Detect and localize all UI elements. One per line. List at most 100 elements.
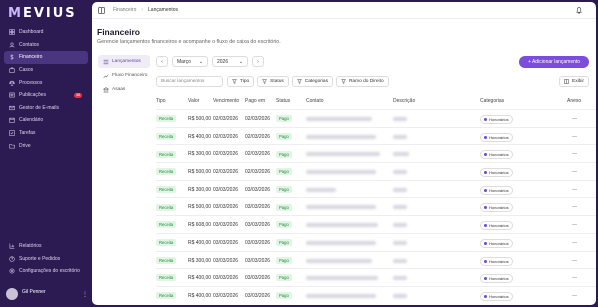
table-row[interactable]: Receita R$ 608,00 03/03/2026 03/03/2026 Pago…: [156, 215, 596, 233]
sidebar-item-suporte-e-pedidos[interactable]: Suporte e Pedidos: [4, 253, 88, 266]
amount-cell: R$ 400,00: [188, 292, 212, 299]
sidebar-item-contatos[interactable]: Contatos: [4, 39, 88, 52]
amount-cell: R$ 300,00: [188, 186, 212, 193]
column-header-tipo[interactable]: Tipo: [156, 98, 166, 104]
sidebar-item-label: Configurações do escritório: [19, 268, 80, 275]
category-tag: Honorários: [480, 221, 513, 231]
column-header-pago-em[interactable]: Pago em: [245, 98, 265, 104]
attachment-cell[interactable]: —: [572, 204, 577, 210]
sidebar-item-label: Relatórios: [19, 243, 42, 250]
filter-tipo-button[interactable]: Tipo: [227, 76, 255, 87]
type-badge: Receita: [156, 274, 177, 282]
bell-icon[interactable]: [576, 7, 582, 14]
breadcrumb-parent[interactable]: Financeiro: [113, 7, 136, 13]
table-row[interactable]: Receita R$ 400,00 03/03/2026 03/03/2026 Pago…: [156, 268, 596, 286]
due-date-cell: 03/03/2026: [213, 239, 239, 246]
year-select[interactable]: 2026 ⌄: [212, 56, 248, 67]
attachment-cell[interactable]: —: [572, 240, 577, 246]
sidebar-item-configuracoes-do-escritorio[interactable]: Configurações do escritório: [4, 265, 88, 278]
paid-date-cell: 02/03/2026: [245, 151, 271, 158]
sidebar-item-tarefas[interactable]: Tarefas: [4, 127, 88, 140]
sidebar-item-gestor-de-e-mails[interactable]: Gestor de E-mails: [4, 102, 88, 115]
description-cell-redacted: [393, 205, 407, 210]
sidebar-item-label: Gestor de E-mails: [19, 104, 60, 111]
attachment-cell[interactable]: —: [572, 222, 577, 228]
subnav-asaas[interactable]: Asaas: [98, 83, 150, 96]
sidebar-item-drive[interactable]: Drive: [4, 139, 88, 152]
filter-status-button[interactable]: Status: [257, 76, 289, 87]
sidebar-item-processos[interactable]: Processos: [4, 76, 88, 89]
table-row[interactable]: Receita R$ 400,00 03/03/2026 03/03/2026 Pago…: [156, 232, 596, 251]
folder-icon: [9, 143, 15, 149]
attachment-cell[interactable]: —: [572, 258, 577, 264]
sidebar-item-financeiro[interactable]: Financeiro: [4, 51, 88, 64]
subnav-fluxo-financeiro[interactable]: Fluxo Financeiro: [98, 69, 150, 82]
display-options-button[interactable]: Exibir: [559, 76, 589, 87]
due-date-cell: 02/03/2026: [213, 151, 239, 158]
subnav-lancamentos[interactable]: Lançamentos: [98, 55, 150, 68]
briefcase-icon: [9, 67, 15, 73]
attachment-cell[interactable]: —: [572, 187, 577, 193]
table-row[interactable]: Receita R$ 300,00 03/03/2026 03/03/2026 Pago…: [156, 250, 596, 269]
table-row[interactable]: Receita R$ 500,00 03/03/2026 03/03/2026 Pago…: [156, 197, 596, 215]
description-cell-redacted: [393, 293, 407, 298]
category-dot: [484, 224, 487, 228]
description-cell-redacted: [393, 223, 407, 228]
paid-date-cell: 03/03/2026: [245, 239, 271, 246]
attachment-cell[interactable]: —: [572, 293, 577, 299]
month-select[interactable]: Março ⌄: [172, 56, 208, 67]
table-row[interactable]: Receita R$ 500,00 02/03/2026 02/03/2026 Pago…: [156, 162, 596, 180]
category-dot: [484, 241, 487, 245]
column-header-descricao[interactable]: Descrição: [393, 98, 415, 104]
sidebar-item-label: Tarefas: [19, 130, 36, 137]
attachment-cell[interactable]: —: [572, 134, 577, 140]
add-entry-button[interactable]: + Adicionar lançamento: [519, 56, 589, 68]
paid-date-cell: 03/03/2026: [245, 257, 271, 264]
user-profile[interactable]: Gil Penner ⋮: [6, 284, 88, 304]
table-row[interactable]: Receita R$ 500,00 02/03/2026 02/03/2026 Pago…: [156, 109, 596, 127]
column-header-status[interactable]: Status: [276, 98, 290, 104]
sidebar-item-relatorios[interactable]: Relatórios: [4, 240, 88, 253]
attachment-cell[interactable]: —: [572, 169, 577, 175]
sidebar-item-calendario[interactable]: Calendário: [4, 114, 88, 127]
sidebar-item-casos[interactable]: Casos: [4, 64, 88, 77]
column-header-categorias[interactable]: Categorias: [480, 98, 504, 104]
more-vertical-icon[interactable]: ⋮: [82, 291, 88, 298]
sidebar-item-label: Casos: [19, 67, 34, 74]
column-header-vencimento[interactable]: Vencimento: [213, 98, 239, 104]
attachment-cell[interactable]: —: [572, 151, 577, 157]
description-cell-redacted: [393, 240, 407, 245]
due-date-cell: 03/03/2026: [213, 204, 239, 211]
sidebar-item-dashboard[interactable]: Dashboard: [4, 26, 88, 39]
app-logo[interactable]: MEVIUS: [8, 6, 77, 21]
table-row[interactable]: Receita R$ 400,00 03/03/2026 03/03/2026 Pago…: [156, 285, 596, 304]
attachment-cell[interactable]: —: [572, 275, 577, 281]
prev-month-button[interactable]: ‹: [156, 56, 168, 67]
column-header-valor[interactable]: Valor: [188, 98, 199, 104]
table-row[interactable]: Receita R$ 300,00 03/03/2026 03/03/2026 Pago…: [156, 179, 596, 198]
contact-cell-redacted: [306, 293, 376, 298]
table-row[interactable]: Receita R$ 300,00 02/03/2026 02/03/2026 Pago…: [156, 144, 596, 162]
description-cell-redacted: [393, 170, 407, 175]
main-panel: Financeiro › Lançamentos Financeiro Gere…: [92, 2, 596, 305]
filter-ramo-button[interactable]: Ramo do Direito: [335, 76, 389, 87]
filter-icon: [340, 79, 346, 84]
description-cell-redacted: [393, 134, 407, 139]
next-month-button[interactable]: ›: [252, 56, 264, 67]
column-header-anexo[interactable]: Anexo: [567, 98, 581, 104]
sidebar-item-label: Publicações: [19, 92, 46, 99]
help-icon: [9, 256, 15, 262]
type-badge: Receita: [156, 150, 177, 158]
attachment-cell[interactable]: —: [572, 116, 577, 122]
sidebar-item-publicacoes[interactable]: Publicações 38: [4, 89, 88, 102]
sidebar-toggle-icon[interactable]: [98, 6, 105, 14]
column-header-contato[interactable]: Contato: [306, 98, 324, 104]
type-badge: Receita: [156, 221, 177, 229]
filter-bar: Buscar lançamentos Tipo Status Categoria…: [156, 76, 392, 87]
filter-categorias-button[interactable]: Categorias: [291, 76, 333, 87]
sidebar-item-label: Financeiro: [19, 54, 43, 61]
search-input[interactable]: Buscar lançamentos: [156, 76, 223, 87]
category-dot: [484, 118, 487, 121]
status-badge: Pago: [276, 150, 292, 158]
table-row[interactable]: Receita R$ 400,00 02/03/2026 02/03/2026 Pago…: [156, 126, 596, 145]
